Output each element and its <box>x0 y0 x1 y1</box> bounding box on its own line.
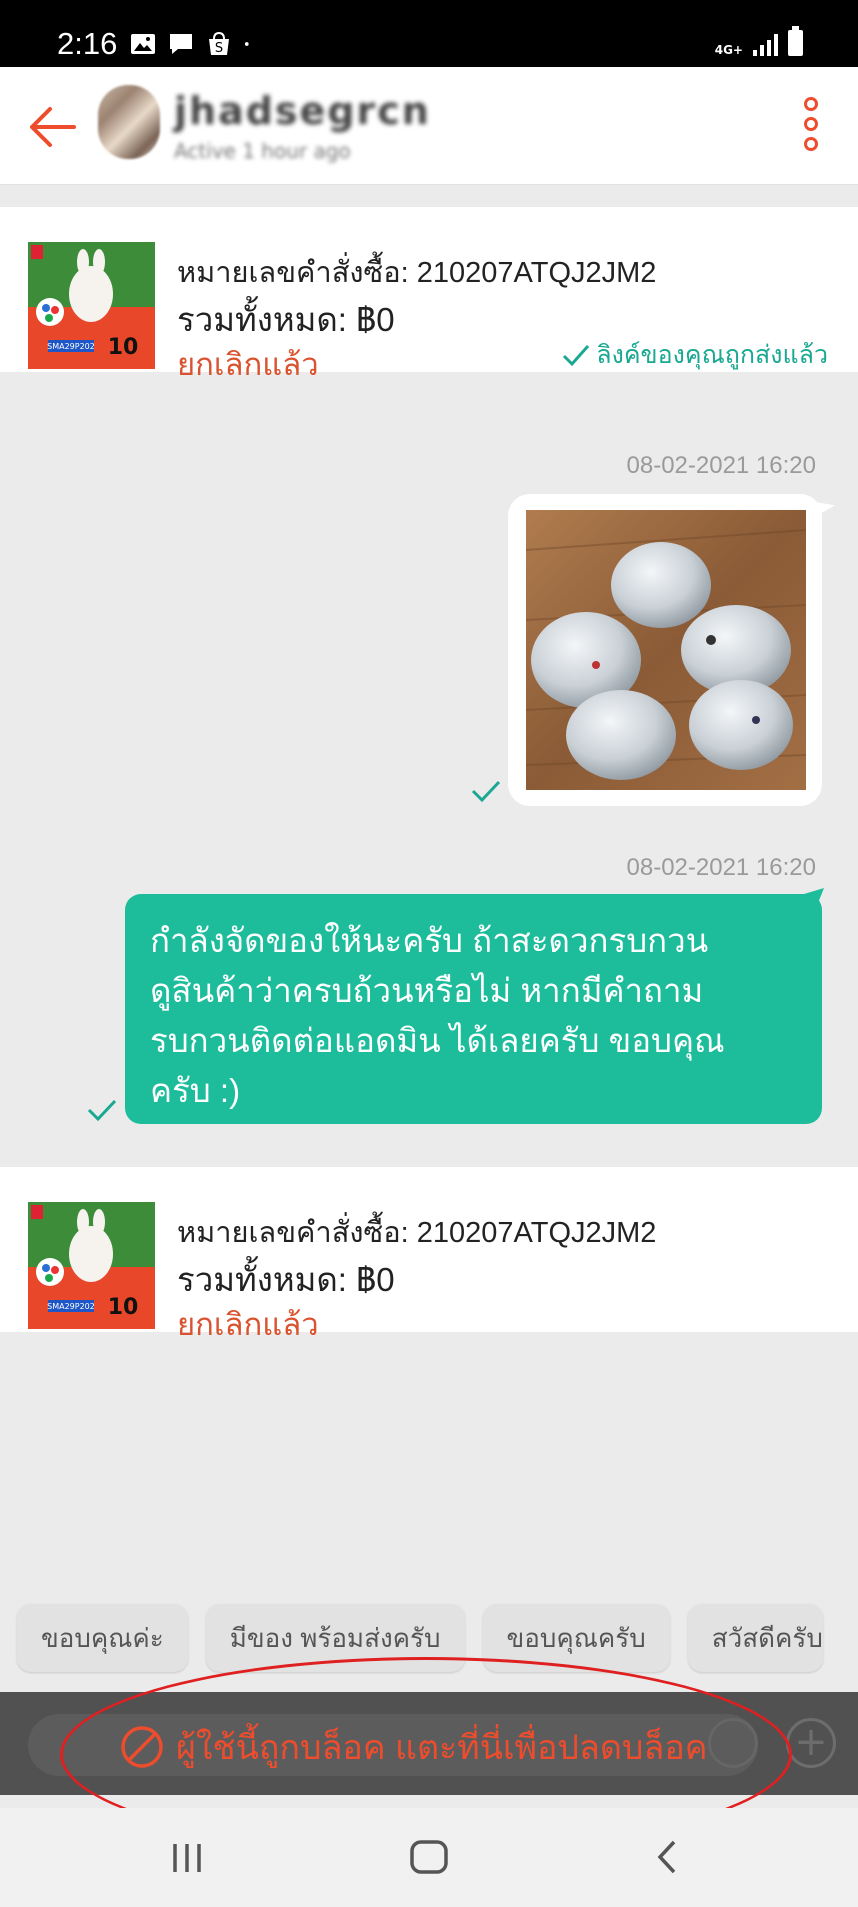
quick-reply-chip[interactable]: สวัสดีครับ <box>687 1604 823 1672</box>
message-timestamp: 08-02-2021 16:20 <box>626 854 817 881</box>
svg-text:S: S <box>215 41 223 56</box>
message-line: ครับ :) <box>150 1072 241 1109</box>
recent-apps-icon[interactable] <box>170 1832 204 1882</box>
message-icon <box>170 34 192 54</box>
home-icon[interactable] <box>408 1832 450 1882</box>
read-check-icon <box>87 1099 117 1122</box>
message-line: ดูสินค้าว่าครบถ้วนหรือไม่ หากมีคำถาม <box>150 972 704 1009</box>
check-icon <box>563 345 590 367</box>
emoji-icon <box>708 1718 758 1768</box>
quick-replies: ขอบคุณค่ะ มีของ พร้อมส่งครับ ขอบคุณครับ … <box>17 1604 823 1672</box>
gallery-icon <box>131 34 155 54</box>
quick-reply-chip[interactable]: ขอบคุณครับ <box>482 1604 670 1672</box>
quick-reply-chip[interactable]: ขอบคุณค่ะ <box>17 1604 188 1672</box>
thumb-number: 10 <box>108 335 139 360</box>
thumb-number: 10 <box>108 1295 139 1320</box>
network-type: 4G+ <box>714 43 743 57</box>
blocked-icon <box>121 1726 163 1768</box>
status-time: 2:16 <box>57 26 118 61</box>
dot-icon <box>244 42 249 46</box>
status-bar: 2:16 S 4G+ <box>0 0 858 67</box>
unblock-text: ผู้ใช้นี้ถูกบล็อค แตะที่นี่เพื่อปลดบล็อค <box>176 1729 708 1767</box>
chat-header: jhadsegrcn Active 1 hour ago <box>0 67 858 185</box>
quick-reply-chip[interactable]: มีของ พร้อมส่งครับ <box>205 1604 465 1672</box>
system-nav-bar <box>0 1808 858 1907</box>
order-status: ยกเลิกแล้ว <box>177 1307 319 1342</box>
order-number: หมายเลขคำสั่งซื้อ: 210207ATQJ2JM2 <box>177 1217 657 1249</box>
order-number: หมายเลขคำสั่งซื้อ: 210207ATQJ2JM2 <box>177 257 657 289</box>
order-card[interactable]: SMA29P202 10 หมายเลขคำสั่งซื้อ: 210207AT… <box>0 207 858 382</box>
signal-icon <box>753 34 778 56</box>
product-thumbnail: SMA29P202 10 <box>28 1202 155 1329</box>
read-check-icon <box>471 780 501 803</box>
chat-username[interactable]: jhadsegrcn <box>174 89 431 133</box>
plus-icon: + <box>786 1718 836 1768</box>
chat-user-status: Active 1 hour ago <box>174 139 351 163</box>
order-total: รวมทั้งหมด: ฿0 <box>177 301 395 338</box>
blocked-user-bar[interactable]: + ผู้ใช้นี้ถูกบล็อค แตะที่นี่เพื่อปลดบล็… <box>0 1692 858 1795</box>
message-timestamp: 08-02-2021 16:20 <box>626 452 817 479</box>
product-thumbnail: SMA29P202 10 <box>28 242 155 369</box>
message-line: รบกวนติดต่อแอดมิน ได้เลยครับ ขอบคุณ <box>150 1022 725 1059</box>
avatar[interactable] <box>98 85 160 159</box>
sent-photo[interactable] <box>526 510 806 790</box>
order-card[interactable]: SMA29P202 10 หมายเลขคำสั่งซื้อ: 210207AT… <box>0 1167 858 1342</box>
link-sent-status: ลิงค์ของคุณถูกส่งแล้ว <box>562 335 828 375</box>
shopee-icon: S <box>209 32 229 56</box>
unblock-prompt[interactable]: ผู้ใช้นี้ถูกบล็อค แตะที่นี่เพื่อปลดบล็อค <box>120 1720 707 1774</box>
message-text: กำลังจัดของให้นะครับ ถ้าสะดวกรบกวน ดูสิน… <box>150 916 810 1116</box>
link-sent-label: ลิงค์ของคุณถูกส่งแล้ว <box>596 341 828 369</box>
battery-icon <box>788 26 803 56</box>
text-message-bubble[interactable]: กำลังจัดของให้นะครับ ถ้าสะดวกรบกวน ดูสิน… <box>125 888 824 1124</box>
message-line: กำลังจัดของให้นะครับ ถ้าสะดวกรบกวน <box>150 922 709 959</box>
notification-icons: S <box>130 32 256 56</box>
back-arrow-icon[interactable] <box>28 105 76 149</box>
more-options-icon[interactable] <box>804 97 820 151</box>
back-nav-icon[interactable] <box>652 1832 680 1882</box>
order-total: รวมทั้งหมด: ฿0 <box>177 1261 395 1298</box>
thumb-code: SMA29P202 <box>47 1302 95 1311</box>
thumb-code: SMA29P202 <box>47 342 95 351</box>
image-message-bubble[interactable] <box>508 489 836 806</box>
